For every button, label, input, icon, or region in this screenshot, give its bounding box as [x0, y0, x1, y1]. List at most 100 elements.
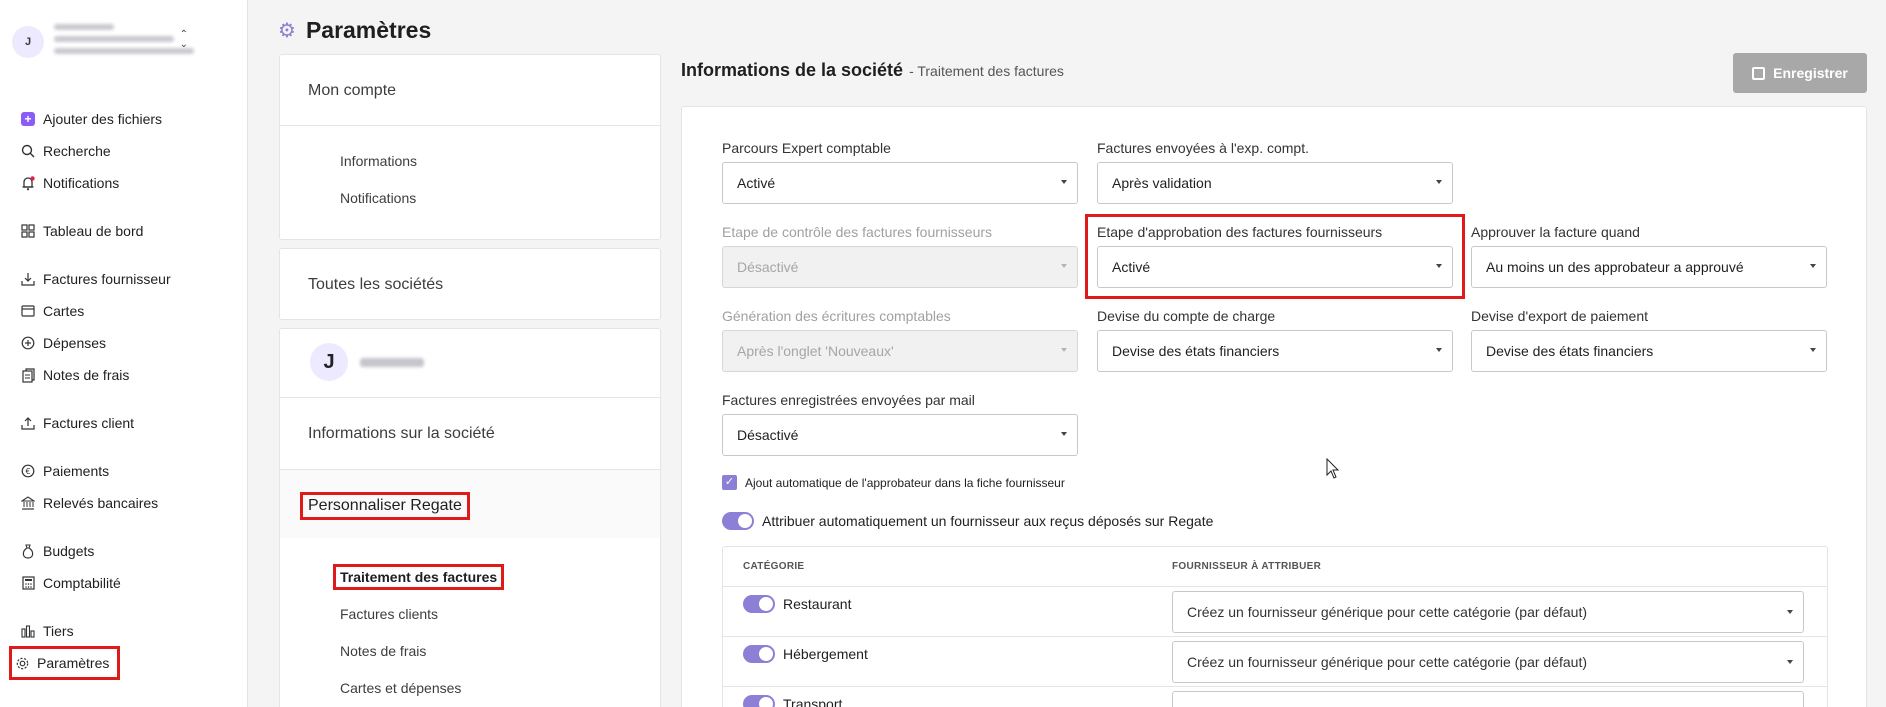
category-toggle[interactable]	[743, 645, 775, 663]
bank-icon	[20, 495, 36, 511]
sidebar-item-supplier-invoices[interactable]: Factures fournisseur	[20, 267, 171, 291]
sidebar-item-label: Recherche	[43, 143, 111, 159]
save-button[interactable]: Enregistrer	[1733, 53, 1867, 93]
column-header-categorie: CATÉGORIE	[743, 561, 805, 572]
parcours-expert-select[interactable]: Activé	[722, 162, 1078, 204]
field-factures-envoyees: Factures envoyées à l'exp. compt. Après …	[1097, 140, 1453, 204]
sidebar-item-expenses[interactable]: Dépenses	[20, 331, 106, 355]
sidebar-item-label: Dépenses	[43, 335, 107, 351]
sidebar-item-tiers[interactable]: Tiers	[20, 619, 74, 643]
company-name-blurred	[360, 357, 424, 367]
devise-export-select[interactable]: Devise des états financiers	[1471, 330, 1827, 372]
account-switcher[interactable]: J ⌃ ⌄	[12, 22, 236, 62]
field-factures-mail: Factures enregistrées envoyées par mail …	[722, 392, 1078, 456]
section-infos-societe[interactable]: Informations sur la société	[308, 425, 495, 443]
dropdown-caret-icon	[1787, 660, 1793, 664]
chevron-updown-icon[interactable]: ⌃ ⌄	[180, 30, 188, 50]
company-avatar: J	[310, 343, 348, 381]
approuver-quand-select[interactable]: Au moins un des approbateur a approuvé	[1471, 246, 1827, 288]
section-mon-compte[interactable]: Mon compte	[308, 82, 396, 100]
sidebar-item-cards[interactable]: Cartes	[20, 299, 84, 323]
devise-charge-select[interactable]: Devise des états financiers	[1097, 330, 1453, 372]
supplier-select[interactable]: Créez un fournisseur générique pour cett…	[1172, 591, 1804, 633]
save-button-label: Enregistrer	[1773, 65, 1848, 81]
category-name: Hébergement	[783, 646, 868, 662]
gear-icon: ⚙	[278, 19, 296, 42]
dropdown-caret-icon	[1810, 264, 1816, 268]
field-label: Factures envoyées à l'exp. compt.	[1097, 140, 1309, 156]
sidebar-item-expense-reports[interactable]: Notes de frais	[20, 363, 129, 387]
sidebar-item-label: Comptabilité	[43, 575, 121, 591]
field-label: Approuver la facture quand	[1471, 224, 1640, 240]
sidebar-item-label: Cartes	[43, 303, 85, 319]
sidebar-item-budgets[interactable]: Budgets	[20, 539, 94, 563]
factures-envoyees-select[interactable]: Après validation	[1097, 162, 1453, 204]
table-row: Transport	[723, 686, 1827, 707]
calculator-icon	[20, 575, 36, 591]
supplier-select[interactable]: Créez un fournisseur générique pour cett…	[1172, 641, 1804, 683]
generation-ecritures-select: Après l'onglet 'Nouveaux'	[722, 330, 1078, 372]
sidebar-item-payments[interactable]: € Paiements	[20, 459, 109, 483]
section-personnaliser-regate[interactable]: Personnaliser Regate	[300, 492, 470, 520]
avatar: J	[12, 26, 44, 58]
sidebar-item-label: Tableau de bord	[43, 223, 144, 239]
sidebar-item-search[interactable]: Recherche	[20, 139, 111, 163]
factures-mail-select[interactable]: Désactivé	[722, 414, 1078, 456]
upload-icon	[20, 415, 36, 431]
sidebar-item-client-invoices[interactable]: Factures client	[20, 411, 134, 435]
etape-controle-select: Désactivé	[722, 246, 1078, 288]
field-label: Parcours Expert comptable	[722, 140, 891, 156]
dropdown-caret-icon	[1436, 348, 1442, 352]
nav-link-factures-clients[interactable]: Factures clients	[340, 606, 438, 622]
bell-icon	[20, 175, 36, 191]
toggle-label: Attribuer automatiquement un fournisseur…	[762, 513, 1214, 529]
field-etape-approbation: Etape d'approbation des factures fournis…	[1097, 224, 1453, 288]
nav-link-informations[interactable]: Informations	[340, 153, 417, 169]
account-name-blurred	[54, 24, 194, 60]
supplier-select[interactable]	[1172, 691, 1804, 707]
dropdown-caret-icon	[1810, 348, 1816, 352]
sidebar-item-accounting[interactable]: Comptabilité	[20, 571, 121, 595]
nav-link-traitement-factures[interactable]: Traitement des factures	[332, 564, 505, 590]
bars-icon	[20, 623, 36, 639]
sidebar-item-notifications[interactable]: Notifications	[20, 171, 119, 195]
sidebar-item-bank-statements[interactable]: Relevés bancaires	[20, 491, 158, 515]
euro-icon: €	[20, 463, 36, 479]
dropdown-caret-icon	[1061, 180, 1067, 184]
field-label: Génération des écritures comptables	[722, 308, 951, 324]
sidebar-item-label: Ajouter des fichiers	[43, 111, 163, 127]
category-toggle[interactable]	[743, 695, 775, 707]
mouse-cursor-icon	[1326, 458, 1340, 479]
nav-link-notifications[interactable]: Notifications	[340, 190, 416, 206]
column-header-fournisseur: FOURNISSEUR À ATTRIBUER	[1172, 561, 1322, 572]
dropdown-caret-icon	[1061, 348, 1067, 352]
all-companies-panel[interactable]: Toutes les sociétés	[279, 248, 661, 320]
sidebar-item-add-files[interactable]: + Ajouter des fichiers	[20, 107, 162, 131]
attribuer-auto-toggle[interactable]	[722, 512, 754, 530]
account-settings-panel: Mon compte	[279, 54, 661, 240]
content-subtitle: - Traitement des factures	[909, 63, 1064, 79]
nav-link-notes-frais[interactable]: Notes de frais	[340, 643, 426, 659]
sidebar-item-label: Relevés bancaires	[43, 495, 159, 511]
sidebar-item-settings[interactable]: Paramètres	[8, 646, 121, 680]
search-icon	[20, 143, 36, 159]
ajout-auto-approbateur-option: ✓ Ajout automatique de l'approbateur dan…	[722, 475, 1065, 490]
category-supplier-table: CATÉGORIE FOURNISSEUR À ATTRIBUER Restau…	[722, 546, 1828, 707]
dropdown-caret-icon	[1436, 264, 1442, 268]
ajout-auto-checkbox[interactable]: ✓	[722, 475, 737, 490]
add-files-icon: +	[20, 111, 36, 127]
nav-link-cartes-depenses[interactable]: Cartes et dépenses	[340, 680, 461, 696]
category-toggle[interactable]	[743, 595, 775, 613]
dropdown-caret-icon	[1436, 180, 1442, 184]
dropdown-caret-icon	[1787, 610, 1793, 614]
category-name: Restaurant	[783, 596, 852, 612]
money-bag-icon	[20, 543, 36, 559]
etape-approbation-select[interactable]: Activé	[1097, 246, 1453, 288]
attribuer-auto-option: Attribuer automatiquement un fournisseur…	[722, 512, 1213, 530]
sidebar-item-label: Paiements	[43, 463, 110, 479]
inbox-download-icon	[20, 271, 36, 287]
sidebar-item-dashboard[interactable]: Tableau de bord	[20, 219, 143, 243]
table-row: Hébergement Créez un fournisseur génériq…	[723, 636, 1827, 686]
sidebar-item-label: Tiers	[43, 623, 74, 639]
field-devise-charge: Devise du compte de charge Devise des ét…	[1097, 308, 1453, 372]
